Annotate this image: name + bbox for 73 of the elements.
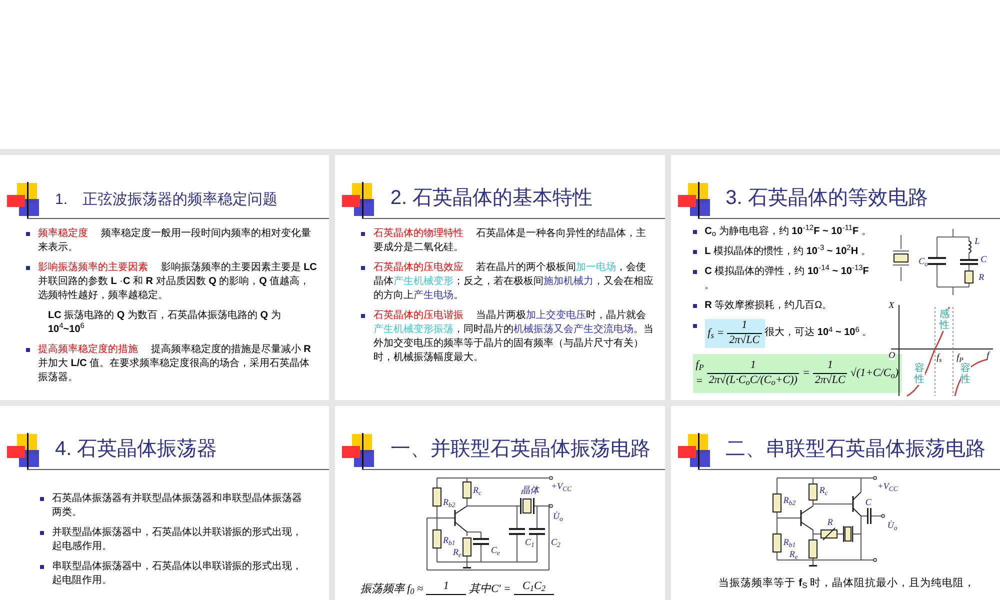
- circuit-label: R$_{b2}$: [783, 496, 796, 505]
- slide-thumbnail[interactable]: 二、串联型石英晶体振荡电路 R$_{b2}$ R$_{c}$ +V$_{CC}$ C R U̇$_{o}$ R$_{b1}$ R$_{e}$ 当振荡频率等于 f$_{S}$ 时，晶体阻抗最小，且为纯电阻，: [670, 406, 1000, 600]
- slide-thumbnail[interactable]: 一、并联型石英晶体振荡电路 R$_{b2}$ R$_{c}$ 晶体 +V$_{CC}$ U̇$_{o}$ R$_{b1}$ R$_{e}$ C$_{e}$ C$_{1}$ C$_{2}$ 振荡频率 f$_{0}$ ≈ 1 其中C′ = C$_{1}$C$_{2}$: [335, 406, 665, 600]
- bullet-text: C$_{o}$ 为静电电容，约 10$^{-12}$F ~ 10$^{-11}$F 。: [704, 225, 872, 239]
- circuit-label: C: [865, 498, 872, 507]
- circuit-label: X: [888, 301, 894, 310]
- slide-thumbnail[interactable]: 4. 石英晶体振荡器 石英晶体振荡器有并联型晶体振荡器和串联型晶体振荡器两类。 并联型晶体振荡器中，石英晶体以并联谐振的形式出现，起电感作用。 串联型晶体振荡器中，石英晶体以串联谐振的形式出现，起电阻作用。: [0, 406, 330, 600]
- slide-title: 4. 石英晶体振荡器: [55, 438, 218, 460]
- slide-title: 2. 石英晶体的基本特性: [390, 187, 593, 209]
- circuit-label: U̇$_{o}$: [887, 521, 898, 530]
- circuit-label: R$_{e}$: [789, 550, 798, 559]
- slide-title: 一、并联型石英晶体振荡电路: [390, 438, 650, 460]
- bullet-text: 很大，可达 10$^{4}$ ~ 10$^{6}$ 。: [764, 326, 872, 340]
- bullet-text: 石英晶体的压电谐振 当晶片两极加上交变电压时，晶片就会 产生机械变形振荡，同时晶片的机械振荡又会产生交流电场。当外加交变电压的频率等于晶片的固有频率（与晶片尺寸有关）时，机械振荡幅度最大。: [373, 309, 654, 365]
- bullet-text: 并联型晶体振荡器中，石英晶体以并联谐振的形式出现，起电感作用。: [52, 526, 303, 554]
- bullet-text: C 模拟晶体的弹性，约 10$^{-14}$ ~ 10$^{-13}$F 。: [704, 265, 870, 293]
- slide-paragraph: 当振荡频率等于 f$_{S}$ 时，晶体阻抗最小，且为纯电阻，: [718, 578, 976, 588]
- circuit-label: R: [978, 273, 984, 282]
- oscillation-formula: 振荡频率 f$_{0}$ ≈ 1 其中C′ = C$_{1}$C$_{2}$: [357, 580, 557, 598]
- circuit-label: R$_{b1}$: [442, 536, 456, 545]
- bullet-text: 石英晶体的压电效应 若在晶片的两个极板间加一电场，会使晶体产生机械变形；反之，若在极板间施加机械力，又会在相应的方向上产生电场。: [373, 261, 654, 303]
- circuit-label: R$_{b2}$: [442, 498, 456, 507]
- bullet-text: 影响振荡频率的主要因素 影响振荡频率的主要因素主要是 LC 并联回路的参数 L ·C 和 R 对品质因数 Q 的影响，Q 值越高，选频特性越好，频率越稳定。: [38, 261, 318, 303]
- bullet-icon: [692, 304, 697, 308]
- bullet-icon: [40, 497, 44, 501]
- bullet-icon: [692, 324, 697, 328]
- slide-thumbnail[interactable]: [670, 155, 1000, 400]
- circuit-label: C: [980, 255, 987, 264]
- bullet-text: R 等效摩擦损耗，约几百Ω。: [704, 299, 832, 313]
- bullet-text: L 模拟晶体的惯性，约 10$^{-3}$ ~ 10$^{2}$H 。: [704, 245, 871, 259]
- circuit-label: C$_{e}$: [490, 546, 500, 555]
- bullet-text: 频率稳定度 频率稳定度一般用一段时间内频率的相对变化量来表示。: [38, 227, 312, 255]
- slide-thumbnail[interactable]: [335, 155, 665, 400]
- circuit-label: O: [888, 351, 896, 360]
- circuit-label: C$_{2}$: [550, 538, 560, 547]
- bullet-text: 石英晶体的物理特性 石英晶体是一种各向异性的结晶体，主要成分是二氧化硅。: [373, 227, 648, 255]
- circuit-label: R$_{c}$: [472, 486, 482, 495]
- slide-thumbnail[interactable]: [0, 155, 330, 400]
- circuit-label: R$_{e}$: [452, 548, 462, 557]
- bullet-icon: [361, 266, 366, 270]
- bullet-icon: [26, 232, 30, 236]
- bullet-icon: [692, 230, 697, 234]
- bullet-icon: [40, 531, 44, 535]
- bullet-text: 石英晶体振荡器有并联型晶体振荡器和串联型晶体振荡器两类。: [52, 492, 303, 520]
- bullet-icon: [361, 232, 366, 236]
- slide-paragraph: LC 振荡电路的 Q 为数百，石英晶体振荡电路的 Q 为 10$^{4}$~10$^{6}$: [47, 309, 282, 337]
- bullet-text: 串联型晶体振荡器中，石英晶体以串联谐振的形式出现，起电阻作用。: [52, 560, 303, 588]
- circuit-label: R$_{b1}$: [783, 538, 796, 547]
- circuit-label: R: [827, 518, 833, 527]
- circuit-label: f: [986, 351, 990, 360]
- slide-title: 二、串联型石英晶体振荡电路: [726, 438, 986, 460]
- bullet-icon: [26, 266, 30, 270]
- circuit-label: f$_{P}$: [956, 353, 964, 362]
- slide-title: 3. 石英晶体的等效电路: [726, 187, 928, 209]
- circuit-label: 晶体: [520, 486, 539, 495]
- circuit-label: +V$_{CC}$: [550, 482, 572, 491]
- bullet-icon: [26, 348, 30, 352]
- circuit-label: R$_{c}$: [819, 486, 828, 495]
- circuit-label: U̇$_{o}$: [552, 512, 563, 521]
- circuit-label: L: [974, 237, 980, 246]
- bullet-icon: [40, 565, 44, 569]
- bullet-text: 提高频率稳定度的措施 提高频率稳定度的措施是尽量减小 R 并加大 L/C 值。在要求频率稳定度很高的场合，采用石英晶体振荡器。: [38, 343, 312, 385]
- circuit-label: C$_{1}$: [524, 538, 534, 547]
- slide-title: 1. 正弦波振荡器的频率稳定问题: [55, 191, 278, 208]
- graph-region-label: 感性: [940, 309, 950, 331]
- circuit-label: f$_{s}$: [936, 353, 942, 362]
- bullet-icon: [361, 314, 366, 318]
- circuit-label: +V$_{CC}$: [877, 482, 898, 491]
- graph-region-label: 容性: [960, 363, 971, 385]
- graph-region-label: 容性: [914, 363, 925, 385]
- circuit-label: C$_{o}$: [918, 257, 928, 266]
- bullet-icon: [692, 270, 697, 274]
- bullet-icon: [692, 250, 697, 254]
